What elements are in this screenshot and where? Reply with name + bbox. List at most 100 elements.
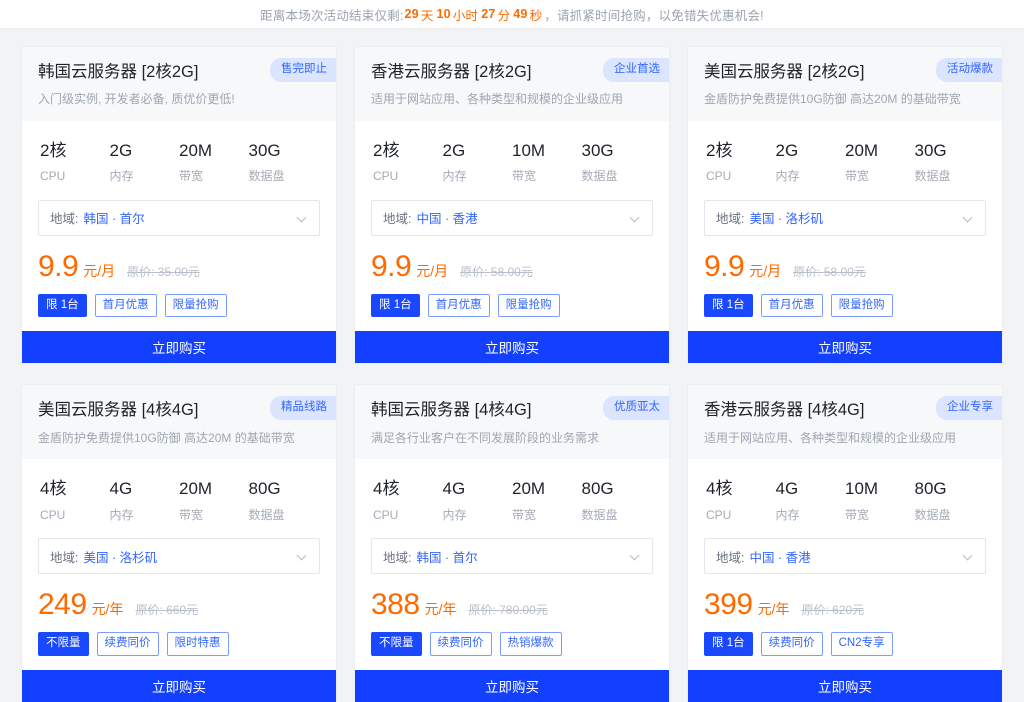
spec-item: 20M带宽 xyxy=(179,141,249,184)
spec-list: 4核 CPU4G 内存10M带宽80G数据盘 xyxy=(704,475,986,522)
spec-item: 80G数据盘 xyxy=(915,479,985,522)
spec-value: 4核 xyxy=(706,479,776,499)
region-select[interactable]: 地域: 中国 · 香港 xyxy=(371,200,653,236)
tag-outline: CN2专享 xyxy=(831,632,893,656)
product-card-grid: 韩国云服务器 [2核2G] 入门级实例, 开发者必备, 质优价更低! 售完即止 … xyxy=(0,29,1024,702)
chevron-down-icon xyxy=(298,213,308,223)
region-label: 地域: xyxy=(716,547,744,566)
original-price: 原价: 35.00元 xyxy=(127,263,200,280)
region-select[interactable]: 地域: 韩国 · 首尔 xyxy=(371,538,653,574)
card-subtitle: 满足各行业客户在不同发展阶段的业务需求 xyxy=(371,430,653,447)
original-price-label: 原价: xyxy=(460,265,491,279)
spec-value: 4核 xyxy=(373,479,443,499)
spec-value: 2核 xyxy=(373,141,443,161)
spec-item: 10M带宽 xyxy=(845,479,915,522)
region-select[interactable]: 地域: 中国 · 香港 xyxy=(704,538,986,574)
status-badge: 售完即止 xyxy=(270,58,336,82)
status-badge: 活动爆款 xyxy=(936,58,1002,82)
tag-outline: 首月优惠 xyxy=(761,294,823,318)
region-select[interactable]: 地域: 韩国 · 首尔 xyxy=(38,200,320,236)
card-subtitle: 适用于网站应用、各种类型和规模的企业级应用 xyxy=(704,430,986,447)
price-unit: 元/年 xyxy=(425,599,457,619)
tag-outline: 限量抢购 xyxy=(498,294,560,318)
spec-value: 2G xyxy=(776,141,846,161)
price-amount: 399 xyxy=(704,590,753,620)
tag-outline: 限量抢购 xyxy=(165,294,227,318)
card-body: 4核 CPU4G 内存10M带宽80G数据盘 地域: 中国 · 香港 399 元/年… xyxy=(688,459,1002,669)
buy-now-button[interactable]: 立即购买 xyxy=(22,331,336,363)
buy-now-button[interactable]: 立即购买 xyxy=(688,670,1002,702)
spec-value: 4G xyxy=(776,479,846,499)
price-amount: 9.9 xyxy=(38,252,78,282)
price-row: 9.9 元/月 原价: 35.00元 xyxy=(38,252,320,282)
original-price-label: 原价: xyxy=(793,265,824,279)
countdown-prefix: 距离本场次活动结束仅剩: xyxy=(260,5,403,24)
spec-value: 20M xyxy=(512,479,582,499)
region-value: 中国 · 香港 xyxy=(416,208,477,227)
region-select[interactable]: 地域: 美国 · 洛杉矶 xyxy=(38,538,320,574)
spec-value: 30G xyxy=(582,141,652,161)
card-body: 4核CPU4G内存20M带宽80G数据盘 地域: 韩国 · 首尔 388 元/年… xyxy=(355,459,669,669)
status-badge: 优质亚太 xyxy=(603,396,669,420)
price-unit: 元/月 xyxy=(749,261,781,281)
original-price: 原价: 660元 xyxy=(135,601,198,618)
tag-primary: 限 1台 xyxy=(704,632,753,656)
buy-now-button[interactable]: 立即购买 xyxy=(22,670,336,702)
countdown-seconds-unit: 秒 xyxy=(529,5,545,24)
region-value: 韩国 · 首尔 xyxy=(416,547,477,566)
chevron-down-icon xyxy=(298,551,308,561)
spec-value: 20M xyxy=(845,141,915,161)
spec-value: 80G xyxy=(249,479,319,499)
spec-item: 2G内存 xyxy=(110,141,180,184)
spec-item: 30G数据盘 xyxy=(582,141,652,184)
original-price: 原价: 780.00元 xyxy=(468,601,547,618)
spec-value: 80G xyxy=(582,479,652,499)
countdown-minutes: 27 xyxy=(480,7,496,21)
spec-label: 带宽 xyxy=(179,508,249,522)
spec-value: 80G xyxy=(915,479,985,499)
spec-label: 数据盘 xyxy=(582,508,652,522)
spec-item: 80G 数据盘 xyxy=(582,479,652,522)
buy-now-button[interactable]: 立即购买 xyxy=(355,331,669,363)
card-subtitle: 适用于网站应用、各种类型和规模的企业级应用 xyxy=(371,91,653,108)
price-row: 399 元/年 原价: 620元 xyxy=(704,590,986,620)
card-body: 4核CPU4G内存20M带宽80G数据盘 地域: 美国 · 洛杉矶 249 元/… xyxy=(22,459,336,669)
tag-outline: 热销爆款 xyxy=(500,632,562,656)
price-unit: 元/月 xyxy=(416,261,448,281)
card-body: 2核CPU2G内存20M带宽30G数据盘 地域: 韩国 · 首尔 9.9 元/月… xyxy=(22,121,336,331)
countdown-minutes-unit: 分 xyxy=(497,5,513,24)
spec-item: 4G内存 xyxy=(443,479,513,522)
countdown-hours: 10 xyxy=(436,7,452,21)
spec-item: 2G内存 xyxy=(776,141,846,184)
chevron-down-icon xyxy=(964,213,974,223)
spec-label: CPU xyxy=(706,508,776,522)
tag-list: 限 1台首月优惠限量抢购 xyxy=(371,294,653,332)
spec-value: 2核 xyxy=(40,141,110,161)
card-header: 香港云服务器 [2核2G] 适用于网站应用、各种类型和规模的企业级应用 企业首选 xyxy=(355,47,669,121)
spec-value: 4核 xyxy=(40,479,110,499)
card-header: 韩国云服务器 [4核4G] 满足各行业客户在不同发展阶段的业务需求 优质亚太 xyxy=(355,385,669,459)
spec-label: CPU xyxy=(40,169,110,183)
tag-list: 限 1台首月优惠限量抢购 xyxy=(704,294,986,332)
spec-item: 2核CPU xyxy=(706,141,776,184)
region-label: 地域: xyxy=(50,547,78,566)
price-row: 249 元/年 原价: 660元 xyxy=(38,590,320,620)
spec-value: 30G xyxy=(249,141,319,161)
region-value: 美国 · 洛杉矶 xyxy=(83,547,157,566)
buy-now-button[interactable]: 立即购买 xyxy=(688,331,1002,363)
region-value: 美国 · 洛杉矶 xyxy=(749,208,823,227)
original-price-label: 原价: xyxy=(127,265,158,279)
spec-label: 内存 xyxy=(776,508,846,522)
price-row: 388 元/年 原价: 780.00元 xyxy=(371,590,653,620)
price-amount: 9.9 xyxy=(704,252,744,282)
buy-now-button[interactable]: 立即购买 xyxy=(355,670,669,702)
spec-item: 4核 CPU xyxy=(706,479,776,522)
tag-list: 限 1台续费同价CN2专享 xyxy=(704,632,986,670)
spec-item: 2核CPU xyxy=(373,141,443,184)
original-price: 原价: 58.00元 xyxy=(793,263,866,280)
region-select[interactable]: 地域: 美国 · 洛杉矶 xyxy=(704,200,986,236)
tag-list: 不限量续费同价热销爆款 xyxy=(371,632,653,670)
region-value: 中国 · 香港 xyxy=(749,547,810,566)
region-value: 韩国 · 首尔 xyxy=(83,208,144,227)
card-header: 韩国云服务器 [2核2G] 入门级实例, 开发者必备, 质优价更低! 售完即止 xyxy=(22,47,336,121)
